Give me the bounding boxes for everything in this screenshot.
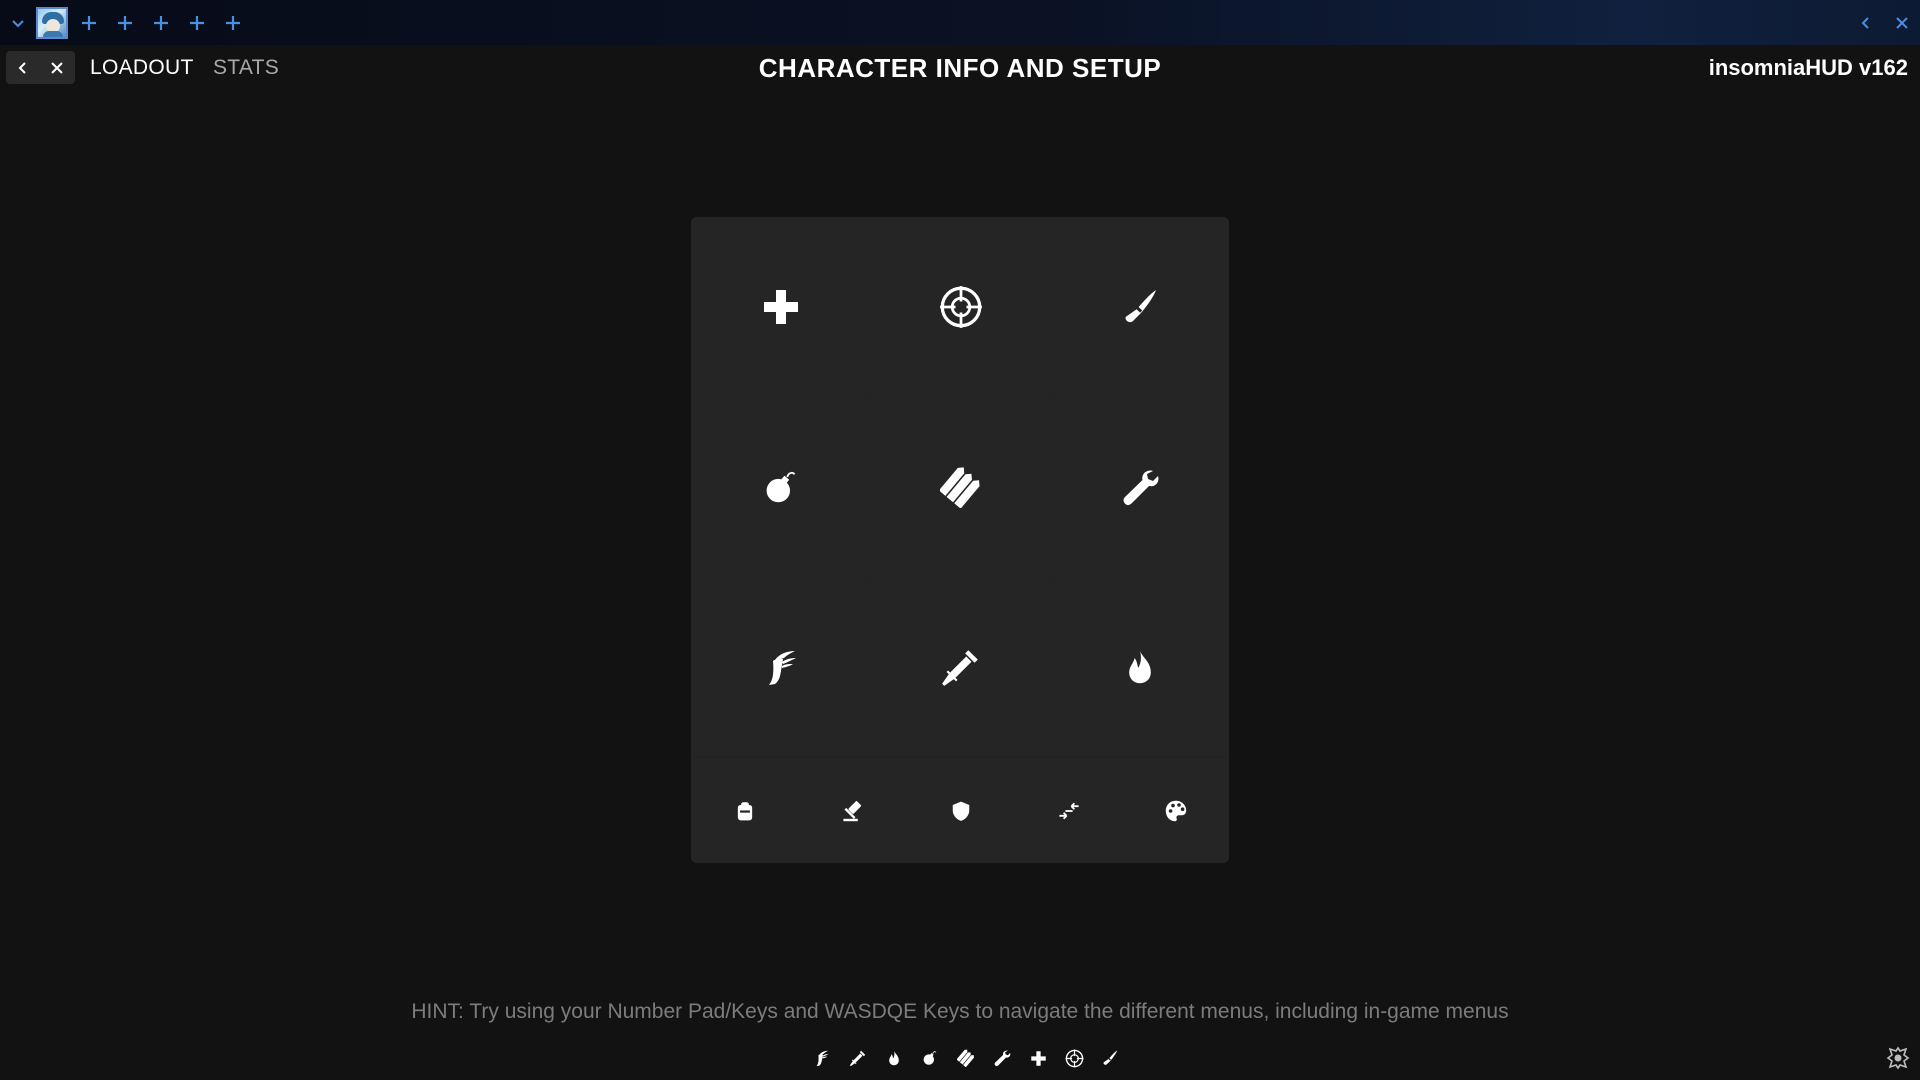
add-tab-button[interactable] xyxy=(107,0,143,45)
chevron-down-icon[interactable] xyxy=(0,0,36,45)
medic-cross-icon xyxy=(1020,1045,1056,1071)
grid-cell-crosshair[interactable] xyxy=(871,217,1050,396)
knife-icon xyxy=(1092,1045,1128,1071)
grid-cell-boot[interactable] xyxy=(691,577,870,756)
close-icon[interactable] xyxy=(1884,0,1920,45)
hint-text: HINT: Try using your Number Pad/Keys and… xyxy=(411,1000,1509,1023)
ammo-icon xyxy=(940,466,982,508)
wrench-icon xyxy=(984,1045,1020,1071)
add-tab-button[interactable] xyxy=(71,0,107,45)
add-tab-button[interactable] xyxy=(179,0,215,45)
grid-cell-hammer[interactable] xyxy=(799,758,906,863)
grid-cell-palette[interactable] xyxy=(1123,758,1229,863)
grid-cell-shield[interactable] xyxy=(907,758,1014,863)
plus-icon xyxy=(118,15,132,30)
syringe-icon xyxy=(940,646,982,688)
top-bar xyxy=(0,0,1920,45)
version-label: insomniaHUD v162 xyxy=(1708,55,1908,80)
grid-cell-fire[interactable] xyxy=(1051,577,1229,756)
plus-icon xyxy=(82,15,96,30)
syringe-icon xyxy=(840,1045,876,1071)
add-tab-button[interactable] xyxy=(215,0,251,45)
shield-icon xyxy=(950,799,972,823)
grid-cell-bomb[interactable] xyxy=(691,397,870,576)
knife-icon xyxy=(1120,287,1160,327)
grid-cell-ammo[interactable] xyxy=(871,397,1050,576)
page-title: CHARACTER INFO AND SETUP xyxy=(758,53,1162,83)
winged-boot-icon xyxy=(804,1045,840,1071)
ammo-icon xyxy=(948,1045,984,1071)
bomb-icon xyxy=(763,468,799,506)
crosshair-icon xyxy=(939,285,983,329)
loadout-grid xyxy=(691,217,1229,863)
winged-boot-icon xyxy=(761,645,801,689)
grid-cell-medic[interactable] xyxy=(691,217,870,396)
wrench-icon xyxy=(1120,467,1160,507)
avatar[interactable] xyxy=(36,6,68,39)
add-tab-button[interactable] xyxy=(143,0,179,45)
swap-arrows-icon xyxy=(1057,799,1081,823)
crosshair-icon xyxy=(1056,1045,1092,1071)
grid-cell-syringe[interactable] xyxy=(871,577,1050,756)
chevron-left-icon[interactable] xyxy=(1848,0,1884,45)
plus-icon xyxy=(226,15,240,30)
grid-cell-wrench[interactable] xyxy=(1051,397,1229,576)
grid-cell-backpack[interactable] xyxy=(691,758,798,863)
bomb-icon xyxy=(912,1045,948,1071)
plus-icon xyxy=(154,15,168,30)
fire-icon xyxy=(876,1045,912,1071)
emblem-icon xyxy=(1886,1046,1910,1070)
medic-cross-icon xyxy=(761,287,801,327)
hammer-icon xyxy=(841,799,865,823)
grid-cell-knife[interactable] xyxy=(1051,217,1229,396)
bottom-dock xyxy=(804,1045,1128,1071)
grid-cell-swap[interactable] xyxy=(1015,758,1122,863)
plus-icon xyxy=(190,15,204,30)
palette-icon xyxy=(1164,799,1188,823)
fire-icon xyxy=(1122,647,1158,687)
backpack-icon xyxy=(734,799,756,823)
